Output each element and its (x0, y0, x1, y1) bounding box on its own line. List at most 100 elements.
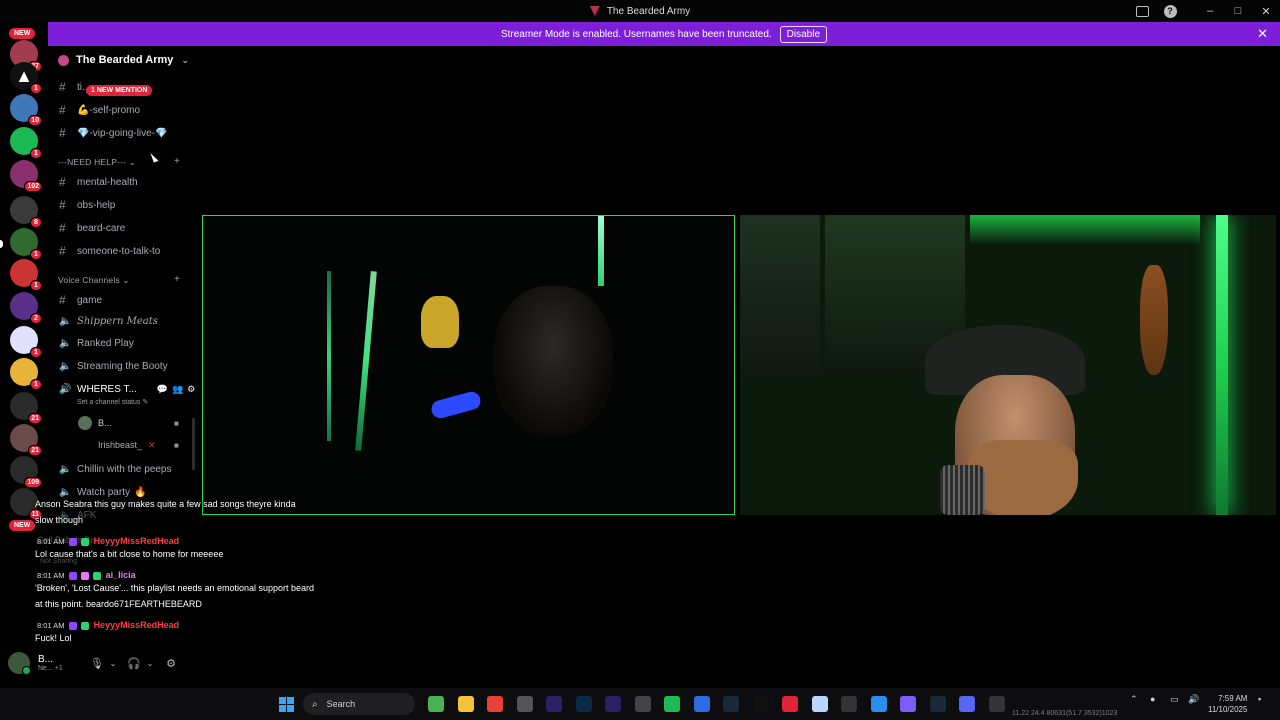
tray-overflow-icon[interactable]: ⌃ (1130, 694, 1138, 705)
speaker-icon: 🔈 (59, 338, 72, 349)
chevron-down-icon[interactable]: ⌄ (142, 655, 158, 671)
inbox-button[interactable] (1128, 0, 1156, 22)
category-voice[interactable]: Voice Channels ⌄ (58, 275, 130, 286)
widgets-icon[interactable] (428, 696, 444, 712)
tray-app-icon[interactable]: ● (1150, 694, 1155, 704)
call-of-duty-icon[interactable] (988, 696, 1005, 712)
maps-pin-icon[interactable] (782, 696, 798, 712)
chrome-icon[interactable] (487, 696, 503, 712)
channel-item[interactable]: # 💎-vip-going-live-💎 (59, 126, 167, 140)
chat-bubble-icon[interactable]: 💬 (157, 384, 168, 395)
add-channel-icon[interactable]: + (174, 156, 180, 167)
voice-channel-item[interactable]: 🔈 Streaming the Booty (59, 361, 168, 372)
minimize-button[interactable]: – (1196, 0, 1224, 22)
gear-icon[interactable]: ⚙ (187, 384, 195, 395)
clock-time: 7:59 AM (1218, 694, 1248, 703)
streamer-face (493, 286, 613, 436)
server-header[interactable]: The Bearded Army ⌄ (58, 54, 189, 66)
server-icon[interactable]: 1 (10, 358, 42, 390)
new-unread-pill[interactable]: NEW (9, 28, 36, 39)
server-icon[interactable]: 2 (10, 292, 42, 324)
streamer-mode-banner: Streamer Mode is enabled. Usernames have… (48, 22, 1280, 46)
rgb-light-strip (598, 216, 604, 286)
notifications-icon[interactable]: ▪ (1258, 694, 1261, 704)
user-names[interactable]: B... Ne... +1 (38, 654, 84, 672)
category-need-help[interactable]: ---NEED HELP--- ⌄ (58, 157, 136, 168)
discord-icon[interactable] (959, 696, 975, 712)
server-badge: 10 (28, 115, 42, 126)
channel-label: Streaming the Booty (77, 361, 168, 372)
hud-fx-icon[interactable] (811, 696, 828, 712)
channel-status-input[interactable]: Set a channel status ✎ (77, 398, 148, 407)
avatar (78, 416, 92, 430)
channel-item[interactable]: # 💪-self-promo (59, 103, 140, 117)
new-mention-pill[interactable]: 1 NEW MENTION (86, 85, 153, 96)
close-window-button[interactable]: ✕ (1252, 0, 1280, 22)
tiktok-icon[interactable] (752, 696, 769, 712)
settings-gear-icon[interactable]: ⚙ (163, 655, 179, 671)
server-icon[interactable]: 8 (10, 196, 42, 228)
server-badge: 1 (30, 249, 42, 260)
new-unread-pill[interactable]: NEW (9, 520, 36, 531)
channel-label: someone-to-talk-to (77, 245, 161, 257)
window-title: The Bearded Army (606, 5, 691, 17)
server-icon[interactable]: 1 (10, 326, 42, 358)
server-icon[interactable]: 1 (10, 259, 42, 291)
disable-streamer-mode-button[interactable]: Disable (779, 25, 828, 43)
voice-user[interactable]: B... ■ (78, 416, 179, 430)
microphone-icon[interactable]: 🎙 (89, 655, 105, 671)
photoshop-icon[interactable] (575, 696, 592, 712)
chevron-down-icon[interactable]: ⌄ (105, 655, 121, 671)
ghost-text: Not Sharing (40, 558, 77, 565)
channel-item[interactable]: # obs-help (59, 198, 115, 212)
steam-icon[interactable] (723, 696, 739, 712)
obs-icon[interactable] (516, 696, 533, 712)
server-icon[interactable]: 1 (10, 228, 42, 260)
server-icon[interactable]: 1 (10, 127, 42, 159)
voice-user[interactable]: Irishbeast_ ✕ ■ (78, 438, 179, 452)
channel-label: WHERES T... (77, 384, 137, 395)
stream-deck-icon[interactable] (693, 696, 710, 712)
invite-icon[interactable]: 👥 (172, 384, 183, 395)
server-icon[interactable]: 11 (10, 488, 42, 520)
maximize-button[interactable]: □ (1224, 0, 1252, 22)
server-icon[interactable]: ▲ 1 (10, 62, 42, 94)
sidebar-scrollbar[interactable] (192, 418, 195, 470)
spotify-icon[interactable] (664, 696, 680, 712)
server-icon[interactable]: 10 (10, 94, 42, 126)
sync-icon[interactable] (870, 696, 887, 712)
channel-item[interactable]: # game (59, 293, 102, 307)
voice-channel-item[interactable]: 🔈 Chillin with the peeps (59, 464, 172, 475)
server-icon[interactable]: 21 (10, 392, 42, 424)
premiere-icon[interactable] (546, 696, 562, 712)
volume-icon[interactable]: 🔊 (1188, 694, 1199, 705)
steam-2-icon[interactable] (929, 696, 946, 712)
network-icon[interactable]: ▭ (1170, 694, 1179, 705)
channel-item[interactable]: # someone-to-talk-to (59, 244, 160, 258)
add-channel-icon[interactable]: + (174, 274, 180, 285)
taskbar-clock[interactable]: 7:59 AM 11/10/2025 (1208, 693, 1247, 715)
chatgpt-icon[interactable] (634, 696, 651, 712)
server-icon[interactable]: 102 (10, 160, 42, 192)
start-button[interactable] (279, 697, 294, 712)
voice-channel-item[interactable]: 🔈 Shippern Meats (59, 316, 158, 327)
help-button[interactable]: ? (1156, 0, 1184, 22)
ks-icon[interactable] (841, 696, 857, 712)
taskbar-search[interactable]: ⌕ Search (303, 693, 415, 715)
server-icon[interactable]: 109 (10, 456, 42, 488)
user-avatar[interactable] (8, 652, 31, 675)
speaker-icon: 🔊 (59, 384, 72, 395)
channel-item[interactable]: # mental-health (59, 175, 138, 189)
close-banner-icon[interactable]: ✕ (1257, 26, 1268, 42)
after-effects-icon[interactable] (605, 696, 621, 712)
channel-item[interactable]: # beard-care (59, 221, 125, 235)
file-explorer-icon[interactable] (457, 696, 474, 712)
chat-time: 8:01 AM (37, 571, 65, 580)
voice-channel-item[interactable]: 🔈 Ranked Play (59, 338, 134, 349)
server-icon[interactable]: 21 (10, 424, 42, 456)
video-tile-left[interactable] (202, 215, 735, 515)
headset-icon[interactable]: 🎧 (126, 655, 142, 671)
vpn-icon[interactable] (900, 696, 916, 712)
voice-channel-item-active[interactable]: 🔊 WHERES T... 💬 👥 ⚙ (59, 384, 195, 395)
video-tile-right[interactable] (740, 215, 1276, 515)
